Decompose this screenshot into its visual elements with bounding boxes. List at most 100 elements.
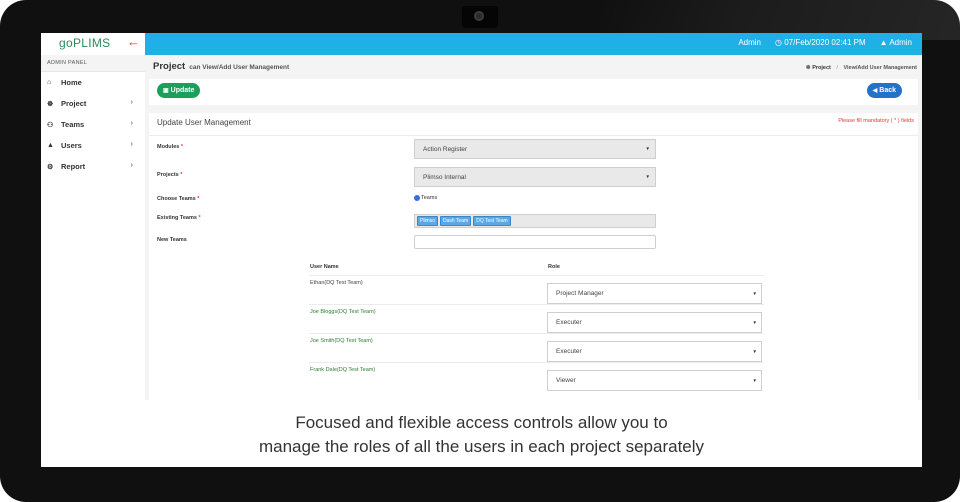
clock-icon: ◷ xyxy=(775,38,782,47)
role-select[interactable]: Viewer ▼ xyxy=(547,370,762,391)
team-tag[interactable]: Dash Team xyxy=(440,216,472,226)
sidebar-item-label: Users xyxy=(61,141,82,150)
projects-value: Plimso Internal xyxy=(423,173,466,181)
home-icon: ⌂ xyxy=(47,79,52,86)
user-name-header: User Name xyxy=(310,264,339,270)
camera-icon xyxy=(474,11,484,21)
caret-down-icon: ▼ xyxy=(645,146,650,151)
update-button-label: Update xyxy=(170,87,195,94)
panel-title: ADMIN PANEL xyxy=(41,55,145,72)
chevron-right-icon: › xyxy=(130,120,133,127)
required-mark: * xyxy=(198,215,201,221)
existing-teams-field[interactable]: Plimso Dash Team DQ Test Team xyxy=(414,214,656,228)
camera-housing xyxy=(462,6,498,28)
datetime-display: ◷ 07/Feb/2020 02:41 PM xyxy=(775,38,866,47)
form-card: Update User Management Please fill manda… xyxy=(149,113,918,400)
user-menu[interactable]: ▲ Admin xyxy=(880,38,912,47)
projects-label-text: Projects xyxy=(157,172,179,178)
sitemap-icon: ☸ xyxy=(47,100,54,108)
sidebar-item-report[interactable]: ⚙ Report › xyxy=(41,156,145,177)
role-select[interactable]: Executer ▼ xyxy=(547,341,762,362)
caption-line-1: Focused and flexible access controls all… xyxy=(295,413,668,432)
arrow-left-icon[interactable]: ← xyxy=(127,34,140,49)
page-title-text: Project xyxy=(153,61,186,72)
modules-select[interactable]: Action Register ▼ xyxy=(414,139,656,159)
back-button-label: Back xyxy=(879,87,896,94)
tablet-bezel: goPLIMS ← Admin ◷ 07/Feb/2020 02:41 PM ▲… xyxy=(0,0,960,502)
chevron-right-icon: › xyxy=(130,141,133,148)
sidebar-item-home[interactable]: ⌂ Home xyxy=(41,72,145,93)
new-teams-label: New Teams xyxy=(157,237,187,243)
sidebar-item-project[interactable]: ☸ Project › xyxy=(41,93,145,114)
caret-down-icon: ▼ xyxy=(752,349,757,354)
sidebar-item-label: Home xyxy=(61,78,82,87)
table-row: Frank Dale(DQ Test Team) Viewer ▼ xyxy=(309,362,764,395)
top-bar-info: Admin ◷ 07/Feb/2020 02:41 PM ▲ Admin xyxy=(738,38,912,47)
sidebar-item-users[interactable]: ▲ Users › xyxy=(41,135,145,156)
caret-down-icon: ▼ xyxy=(645,174,650,179)
user-name: Frank Dale(DQ Test Team) xyxy=(310,367,376,373)
app-logo[interactable]: goPLIMS xyxy=(59,36,110,50)
page-subtitle: can View/Add User Management xyxy=(189,64,290,71)
form-title: Update User Management xyxy=(157,118,251,127)
teams-radio-option[interactable]: Teams xyxy=(414,195,437,201)
role-value: Viewer xyxy=(556,377,576,384)
user-icon: ▲ xyxy=(47,142,54,149)
chevron-right-icon: › xyxy=(130,162,133,169)
breadcrumb-separator: / xyxy=(836,65,838,71)
breadcrumb-project[interactable]: Project xyxy=(812,65,831,71)
mandatory-note: Please fill mandatory ( * ) fields xyxy=(838,118,914,124)
sitemap-icon: ☸ xyxy=(805,65,811,71)
caption: Focused and flexible access controls all… xyxy=(41,411,922,459)
role-value: Executer xyxy=(556,319,582,326)
radio-button[interactable] xyxy=(414,195,420,201)
user-role: Admin xyxy=(738,38,761,47)
user-name: Joe Bloggs(DQ Test Team) xyxy=(310,309,376,315)
caption-line-2: manage the roles of all the users in eac… xyxy=(258,437,705,456)
role-value: Executer xyxy=(556,348,582,355)
team-tag[interactable]: Plimso xyxy=(417,216,439,226)
existing-teams-label-text: Existing Teams xyxy=(157,215,197,221)
role-select[interactable]: Executer ▼ xyxy=(547,312,762,333)
logo-area: goPLIMS ← xyxy=(41,33,145,56)
user-name: Joe Smith(DQ Test Team) xyxy=(310,338,373,344)
page-title: Project can View/Add User Management xyxy=(153,61,289,72)
projects-select[interactable]: Plimso Internal ▼ xyxy=(414,167,656,187)
action-bar: ▣ Update ◀ Back xyxy=(149,79,918,105)
new-teams-input[interactable] xyxy=(414,235,656,249)
role-select[interactable]: Project Manager ▼ xyxy=(547,283,762,304)
sidebar-item-label: Report xyxy=(61,162,86,171)
breadcrumb: ☸ Project / View/Add User Management xyxy=(806,65,917,71)
gear-icon: ⚙ xyxy=(47,163,54,171)
choose-teams-label-text: Choose Teams xyxy=(157,196,196,202)
projects-label: Projects * xyxy=(157,172,182,178)
caption-band: Focused and flexible access controls all… xyxy=(41,400,922,467)
team-tag[interactable]: DQ Test Team xyxy=(473,216,511,226)
main-content: Project can View/Add User Management ☸ Pr… xyxy=(145,55,922,400)
breadcrumb-current: View/Add User Management xyxy=(843,65,917,71)
chevron-right-icon: › xyxy=(130,99,133,106)
row-divider xyxy=(309,304,764,305)
required-mark: * xyxy=(180,172,183,178)
role-header: Role xyxy=(548,264,560,270)
required-mark: * xyxy=(197,196,200,202)
existing-teams-label: Existing Teams * xyxy=(157,215,201,221)
teams-radio-label: Teams xyxy=(421,195,438,201)
row-divider xyxy=(309,362,764,363)
caret-down-icon: ▼ xyxy=(752,291,757,296)
row-divider xyxy=(309,275,764,276)
datetime-text: 07/Feb/2020 02:41 PM xyxy=(784,38,866,47)
sidebar: ADMIN PANEL ⌂ Home ☸ Project › ⚇ Teams ›… xyxy=(41,55,146,400)
screen: goPLIMS ← Admin ◷ 07/Feb/2020 02:41 PM ▲… xyxy=(41,33,922,467)
caret-down-icon: ▼ xyxy=(752,378,757,383)
choose-teams-label: Choose Teams * xyxy=(157,196,199,202)
user-icon: ▲ xyxy=(879,38,888,47)
role-value: Project Manager xyxy=(556,290,604,297)
row-divider xyxy=(309,333,764,334)
sidebar-item-teams[interactable]: ⚇ Teams › xyxy=(41,114,145,135)
back-button[interactable]: ◀ Back xyxy=(866,83,902,98)
user-name: Ethan(DQ Test Team) xyxy=(310,280,363,286)
update-button[interactable]: ▣ Update xyxy=(157,83,201,98)
divider xyxy=(149,135,918,136)
save-icon: ▣ xyxy=(163,88,169,94)
